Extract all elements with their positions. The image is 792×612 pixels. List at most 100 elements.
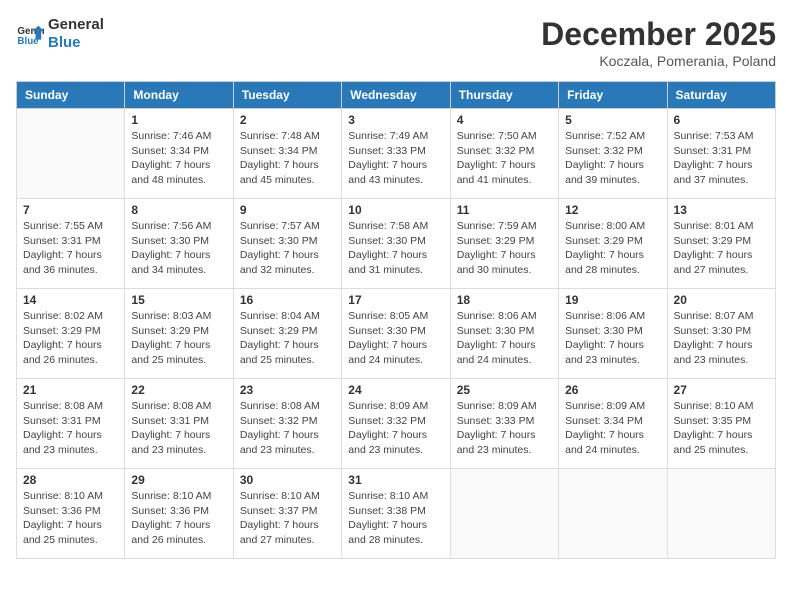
calendar-cell (17, 109, 125, 199)
day-number: 21 (23, 383, 118, 397)
day-number: 11 (457, 203, 552, 217)
day-number: 10 (348, 203, 443, 217)
day-info: Sunrise: 8:09 AMSunset: 3:32 PMDaylight:… (348, 399, 443, 458)
day-header-monday: Monday (125, 82, 233, 109)
calendar-cell: 30Sunrise: 8:10 AMSunset: 3:37 PMDayligh… (233, 469, 341, 559)
day-info: Sunrise: 8:08 AMSunset: 3:31 PMDaylight:… (131, 399, 226, 458)
calendar-cell: 11 Sunrise: 7:59 AMSunset: 3:29 PMDayligh… (450, 199, 558, 289)
day-info: Sunrise: 7:57 AMSunset: 3:30 PMDaylight:… (240, 219, 335, 278)
day-header-wednesday: Wednesday (342, 82, 450, 109)
day-header-friday: Friday (559, 82, 667, 109)
day-header-thursday: Thursday (450, 82, 558, 109)
day-info: Sunrise: 8:07 AMSunset: 3:30 PMDaylight:… (674, 309, 769, 368)
calendar: SundayMondayTuesdayWednesdayThursdayFrid… (16, 81, 776, 559)
day-number: 25 (457, 383, 552, 397)
logo-line2: Blue (48, 34, 104, 52)
day-number: 28 (23, 473, 118, 487)
calendar-cell: 21 Sunrise: 8:08 AMSunset: 3:31 PMDayligh… (17, 379, 125, 469)
day-info: Sunrise: 7:55 AMSunset: 3:31 PMDaylight:… (23, 219, 118, 278)
day-info: Sunrise: 8:10 AMSunset: 3:36 PMDaylight:… (131, 489, 226, 548)
calendar-cell: 31Sunrise: 8:10 AMSunset: 3:38 PMDayligh… (342, 469, 450, 559)
day-number: 18 (457, 293, 552, 307)
calendar-cell (559, 469, 667, 559)
day-info: Sunrise: 8:02 AMSunset: 3:29 PMDaylight:… (23, 309, 118, 368)
calendar-cell: 28 Sunrise: 8:10 AMSunset: 3:36 PMDayligh… (17, 469, 125, 559)
day-header-sunday: Sunday (17, 82, 125, 109)
day-info: Sunrise: 8:10 AMSunset: 3:38 PMDaylight:… (348, 489, 443, 548)
calendar-cell: 17 Sunrise: 8:05 AMSunset: 3:30 PMDayligh… (342, 289, 450, 379)
day-info: Sunrise: 8:08 AMSunset: 3:32 PMDaylight:… (240, 399, 335, 458)
day-info: Sunrise: 8:10 AMSunset: 3:35 PMDaylight:… (674, 399, 769, 458)
day-number: 20 (674, 293, 769, 307)
day-info: Sunrise: 7:46 AMSunset: 3:34 PMDaylight:… (131, 129, 226, 188)
day-number: 9 (240, 203, 335, 217)
logo-line1: General (48, 16, 104, 34)
day-number: 29 (131, 473, 226, 487)
day-number: 30 (240, 473, 335, 487)
calendar-header-row: SundayMondayTuesdayWednesdayThursdayFrid… (17, 82, 776, 109)
day-number: 7 (23, 203, 118, 217)
day-number: 17 (348, 293, 443, 307)
day-number: 16 (240, 293, 335, 307)
calendar-cell: 10 Sunrise: 7:58 AMSunset: 3:30 PMDayligh… (342, 199, 450, 289)
calendar-cell: 6 Sunrise: 7:53 AMSunset: 3:31 PMDaylight… (667, 109, 775, 199)
calendar-cell: 1 Sunrise: 7:46 AMSunset: 3:34 PMDaylight… (125, 109, 233, 199)
day-info: Sunrise: 8:05 AMSunset: 3:30 PMDaylight:… (348, 309, 443, 368)
calendar-cell: 15Sunrise: 8:03 AMSunset: 3:29 PMDayligh… (125, 289, 233, 379)
day-info: Sunrise: 8:03 AMSunset: 3:29 PMDaylight:… (131, 309, 226, 368)
calendar-cell: 7 Sunrise: 7:55 AMSunset: 3:31 PMDaylight… (17, 199, 125, 289)
calendar-cell: 25 Sunrise: 8:09 AMSunset: 3:33 PMDayligh… (450, 379, 558, 469)
calendar-body: 1 Sunrise: 7:46 AMSunset: 3:34 PMDaylight… (17, 109, 776, 559)
calendar-cell: 16 Sunrise: 8:04 AMSunset: 3:29 PMDayligh… (233, 289, 341, 379)
day-header-saturday: Saturday (667, 82, 775, 109)
day-number: 23 (240, 383, 335, 397)
calendar-cell: 24 Sunrise: 8:09 AMSunset: 3:32 PMDayligh… (342, 379, 450, 469)
day-number: 4 (457, 113, 552, 127)
week-row-3: 14 Sunrise: 8:02 AMSunset: 3:29 PMDayligh… (17, 289, 776, 379)
day-info: Sunrise: 7:50 AMSunset: 3:32 PMDaylight:… (457, 129, 552, 188)
week-row-2: 7 Sunrise: 7:55 AMSunset: 3:31 PMDaylight… (17, 199, 776, 289)
calendar-cell: 27 Sunrise: 8:10 AMSunset: 3:35 PMDayligh… (667, 379, 775, 469)
day-number: 12 (565, 203, 660, 217)
week-row-4: 21 Sunrise: 8:08 AMSunset: 3:31 PMDayligh… (17, 379, 776, 469)
day-number: 24 (348, 383, 443, 397)
day-number: 13 (674, 203, 769, 217)
day-info: Sunrise: 8:08 AMSunset: 3:31 PMDaylight:… (23, 399, 118, 458)
day-info: Sunrise: 8:09 AMSunset: 3:33 PMDaylight:… (457, 399, 552, 458)
calendar-cell: 26 Sunrise: 8:09 AMSunset: 3:34 PMDayligh… (559, 379, 667, 469)
calendar-cell: 18Sunrise: 8:06 AMSunset: 3:30 PMDayligh… (450, 289, 558, 379)
day-info: Sunrise: 8:04 AMSunset: 3:29 PMDaylight:… (240, 309, 335, 368)
day-number: 1 (131, 113, 226, 127)
calendar-cell: 8Sunrise: 7:56 AMSunset: 3:30 PMDaylight… (125, 199, 233, 289)
day-info: Sunrise: 8:01 AMSunset: 3:29 PMDaylight:… (674, 219, 769, 278)
calendar-cell: 29 Sunrise: 8:10 AMSunset: 3:36 PMDayligh… (125, 469, 233, 559)
day-number: 26 (565, 383, 660, 397)
day-number: 6 (674, 113, 769, 127)
calendar-cell: 4 Sunrise: 7:50 AMSunset: 3:32 PMDaylight… (450, 109, 558, 199)
day-info: Sunrise: 7:52 AMSunset: 3:32 PMDaylight:… (565, 129, 660, 188)
calendar-cell: 13 Sunrise: 8:01 AMSunset: 3:29 PMDayligh… (667, 199, 775, 289)
day-info: Sunrise: 7:58 AMSunset: 3:30 PMDaylight:… (348, 219, 443, 278)
calendar-cell: 20 Sunrise: 8:07 AMSunset: 3:30 PMDayligh… (667, 289, 775, 379)
day-info: Sunrise: 7:59 AMSunset: 3:29 PMDaylight:… (457, 219, 552, 278)
calendar-cell (450, 469, 558, 559)
calendar-cell: 3Sunrise: 7:49 AMSunset: 3:33 PMDaylight… (342, 109, 450, 199)
day-info: Sunrise: 7:56 AMSunset: 3:30 PMDaylight:… (131, 219, 226, 278)
logo: General Blue General Blue (16, 16, 104, 52)
calendar-cell: 12Sunrise: 8:00 AMSunset: 3:29 PMDayligh… (559, 199, 667, 289)
day-number: 27 (674, 383, 769, 397)
day-info: Sunrise: 7:49 AMSunset: 3:33 PMDaylight:… (348, 129, 443, 188)
week-row-1: 1 Sunrise: 7:46 AMSunset: 3:34 PMDaylight… (17, 109, 776, 199)
day-info: Sunrise: 8:09 AMSunset: 3:34 PMDaylight:… (565, 399, 660, 458)
day-number: 19 (565, 293, 660, 307)
title-block: December 2025 Koczala, Pomerania, Poland (541, 16, 776, 69)
day-info: Sunrise: 8:06 AMSunset: 3:30 PMDaylight:… (565, 309, 660, 368)
calendar-cell: 5Sunrise: 7:52 AMSunset: 3:32 PMDaylight… (559, 109, 667, 199)
day-number: 14 (23, 293, 118, 307)
calendar-cell: 23 Sunrise: 8:08 AMSunset: 3:32 PMDayligh… (233, 379, 341, 469)
calendar-cell (667, 469, 775, 559)
week-row-5: 28 Sunrise: 8:10 AMSunset: 3:36 PMDayligh… (17, 469, 776, 559)
day-info: Sunrise: 7:53 AMSunset: 3:31 PMDaylight:… (674, 129, 769, 188)
day-info: Sunrise: 8:10 AMSunset: 3:36 PMDaylight:… (23, 489, 118, 548)
location: Koczala, Pomerania, Poland (541, 53, 776, 69)
